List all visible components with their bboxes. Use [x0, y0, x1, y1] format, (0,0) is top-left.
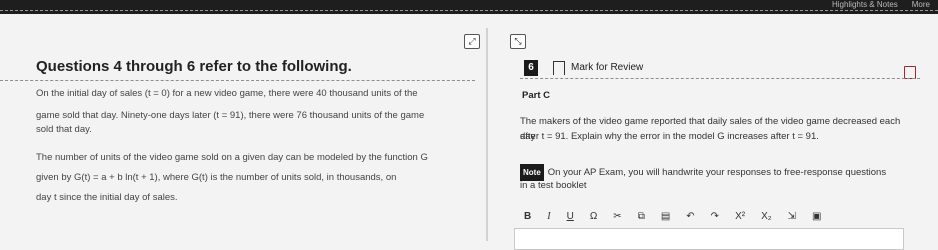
- passage-line-4: The number of units of the video game so…: [36, 152, 428, 163]
- top-divider: [0, 10, 938, 11]
- note-text: On your AP Exam, you will handwrite your…: [547, 167, 887, 178]
- image-icon[interactable]: ▣: [812, 211, 821, 222]
- prompt-line-2: after t = 91. Explain why the error in t…: [520, 131, 819, 142]
- passage-line-5: given by G(t) = a + b ln(t + 1), where G…: [36, 172, 397, 183]
- question-divider: [520, 78, 920, 79]
- passage-line-3: sold that day.: [36, 124, 92, 135]
- response-editor[interactable]: [514, 228, 904, 250]
- undo-icon[interactable]: ↶: [686, 211, 694, 222]
- top-bar: Highlights & Notes More: [0, 0, 938, 14]
- special-characters-button[interactable]: Ω: [590, 211, 597, 222]
- more-link[interactable]: More: [912, 0, 930, 10]
- copy-icon[interactable]: ⧉: [638, 211, 645, 222]
- note-line-2: in a test booklet: [520, 180, 587, 191]
- editor-toolbar: B I U Ω ✂ ⧉ ▤ ↶ ↷ X² X₂ ⇲ ▣: [516, 205, 918, 227]
- passage-divider: [0, 80, 475, 81]
- passage-line-6: day t since the initial day of sales.: [36, 192, 178, 203]
- bold-button[interactable]: B: [524, 211, 531, 222]
- underline-button[interactable]: U: [567, 211, 574, 222]
- subscript-button[interactable]: X₂: [761, 211, 772, 222]
- paste-icon[interactable]: ▤: [661, 211, 670, 222]
- cut-icon[interactable]: ✂: [613, 211, 621, 222]
- part-label: Part C: [522, 90, 550, 101]
- panel-divider[interactable]: [486, 28, 488, 241]
- passage-panel: Questions 4 through 6 refer to the follo…: [36, 52, 476, 75]
- superscript-button[interactable]: X²: [735, 211, 745, 222]
- passage-heading: Questions 4 through 6 refer to the follo…: [36, 58, 352, 75]
- passage-line-1: On the initial day of sales (t = 0) for …: [36, 88, 418, 99]
- expand-right-icon[interactable]: ⤡: [510, 34, 526, 49]
- bookmark-icon[interactable]: [553, 61, 565, 75]
- mark-for-review-label[interactable]: Mark for Review: [571, 62, 643, 73]
- expand-left-icon[interactable]: ⤢: [464, 34, 480, 49]
- redo-icon[interactable]: ↷: [711, 211, 719, 222]
- highlights-notes-link[interactable]: Highlights & Notes: [832, 0, 898, 10]
- insert-icon[interactable]: ⇲: [788, 211, 796, 222]
- question-number: 6: [524, 60, 538, 76]
- italic-button[interactable]: I: [547, 211, 550, 222]
